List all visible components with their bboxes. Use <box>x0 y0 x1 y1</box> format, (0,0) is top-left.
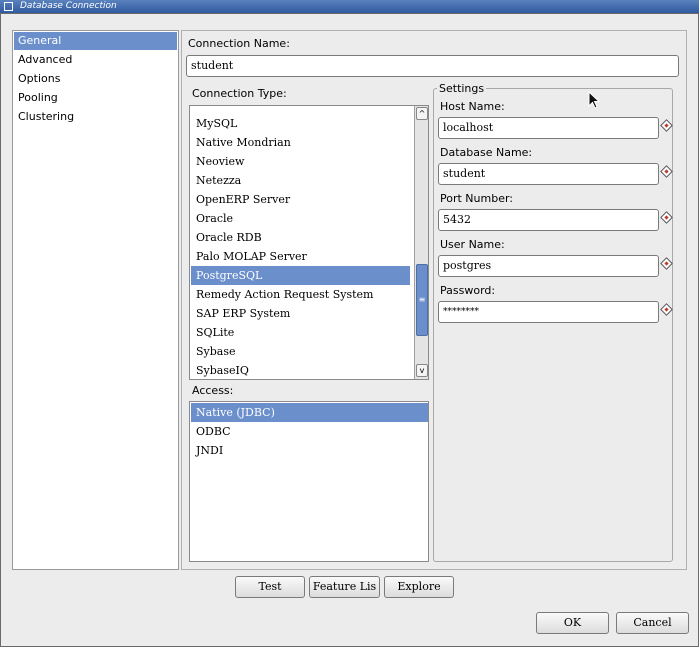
list-item[interactable]: Netezza <box>191 171 410 190</box>
general-panel: Connection Name: student Connection Type… <box>181 30 687 570</box>
nav-item-advanced[interactable]: Advanced <box>14 51 177 69</box>
list-item[interactable]: Oracle <box>191 209 410 228</box>
explore-button[interactable]: Explore <box>384 576 454 598</box>
nav-item-pooling[interactable]: Pooling <box>14 89 177 107</box>
settings-title: Settings <box>437 82 487 95</box>
connection-name-label: Connection Name: <box>188 37 290 50</box>
list-item[interactable]: Native Mondrian <box>191 133 410 152</box>
list-item[interactable]: Oracle RDB <box>191 228 410 247</box>
user-name-input[interactable]: postgres <box>438 255 659 277</box>
list-item[interactable]: SybaseIQ <box>191 361 410 379</box>
list-item[interactable]: MySQL <box>191 114 410 133</box>
feature-list-button[interactable]: Feature Lis <box>309 576 380 598</box>
nav-item-general[interactable]: General <box>14 32 177 50</box>
user-name-label: User Name: <box>440 238 505 251</box>
access-label: Access: <box>192 384 234 397</box>
ok-button[interactable]: OK <box>536 612 609 634</box>
access-item-selected[interactable]: Native (JDBC) <box>191 403 428 422</box>
cancel-button[interactable]: Cancel <box>616 612 689 634</box>
list-item[interactable]: Neoview <box>191 152 410 171</box>
title-bar[interactable]: Database Connection <box>0 0 699 13</box>
list-item[interactable]: SQLite <box>191 323 410 342</box>
test-button[interactable]: Test <box>235 576 305 598</box>
database-name-label: Database Name: <box>440 146 533 159</box>
port-number-label: Port Number: <box>440 192 514 205</box>
list-item[interactable]: Remedy Action Request System <box>191 285 410 304</box>
scroll-up-icon[interactable]: ^ <box>416 107 428 120</box>
access-list[interactable]: Native (JDBC) ODBC JNDI <box>189 401 429 562</box>
connection-type-list[interactable]: MySQL Native Mondrian Neoview Netezza Op… <box>189 105 429 380</box>
list-item[interactable]: SAP ERP System <box>191 304 410 323</box>
scroll-thumb[interactable]: ≡ <box>416 264 428 336</box>
nav-item-options[interactable]: Options <box>14 70 177 88</box>
database-name-input[interactable]: student <box>438 163 659 185</box>
host-name-input[interactable]: localhost <box>438 117 659 139</box>
scroll-down-icon[interactable]: v <box>416 364 428 377</box>
list-item[interactable]: Palo MOLAP Server <box>191 247 410 266</box>
list-item[interactable]: OpenERP Server <box>191 190 410 209</box>
port-number-input[interactable]: 5432 <box>438 209 659 231</box>
connection-name-input[interactable]: student <box>186 55 679 77</box>
nav-item-clustering[interactable]: Clustering <box>14 108 177 126</box>
host-name-label: Host Name: <box>440 100 505 113</box>
list-item[interactable]: Sybase <box>191 342 410 361</box>
scrollbar[interactable]: ^ ≡ v <box>414 106 428 379</box>
access-item[interactable]: JNDI <box>191 441 428 460</box>
password-input[interactable]: ******** <box>438 301 659 323</box>
window-title: Database Connection <box>20 1 117 11</box>
access-item[interactable]: ODBC <box>191 422 428 441</box>
settings-group <box>433 88 673 562</box>
connection-type-label: Connection Type: <box>192 87 287 100</box>
password-label: Password: <box>440 284 496 297</box>
window-icon <box>4 2 13 11</box>
list-item-selected[interactable]: PostgreSQL <box>191 266 410 285</box>
mouse-pointer-icon <box>588 91 600 109</box>
nav-panel: General Advanced Options Pooling Cluster… <box>12 30 179 570</box>
